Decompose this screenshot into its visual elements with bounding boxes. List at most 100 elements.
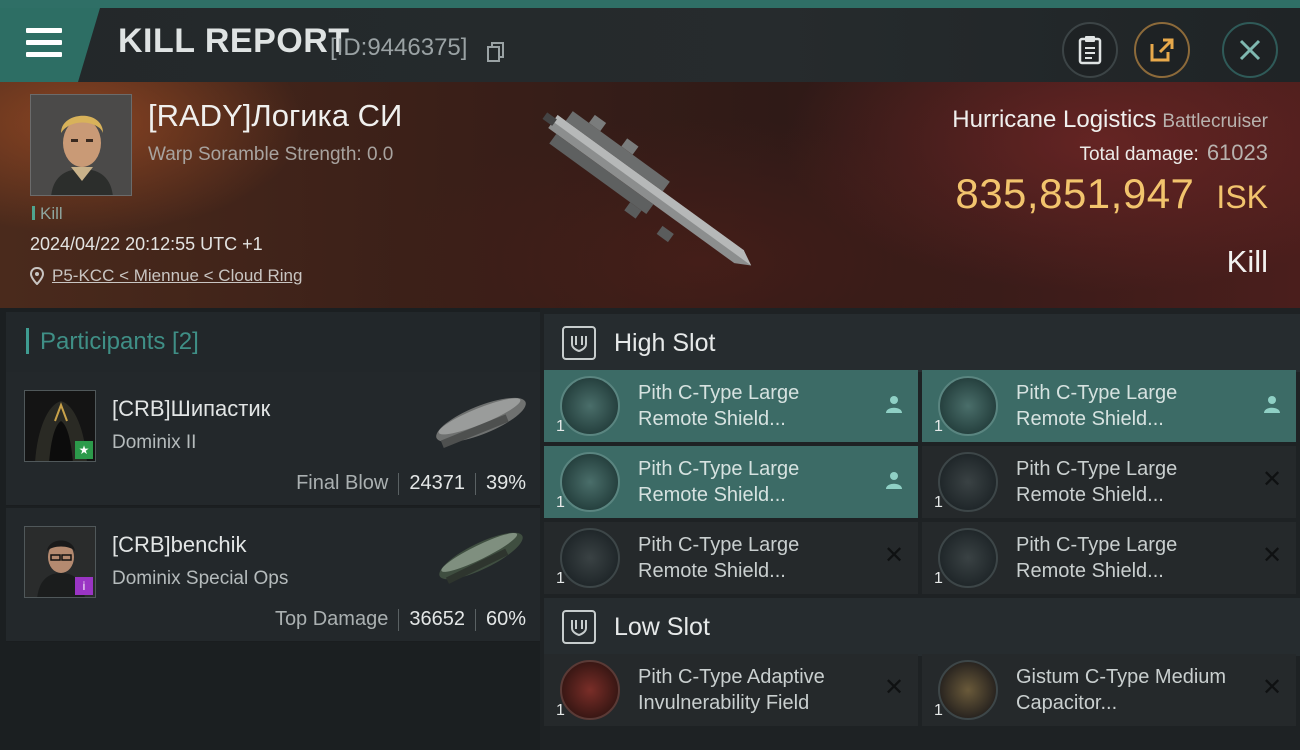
module-quantity: 1 [556,418,565,435]
participant-name: [CRB]Шипастик [112,396,271,421]
avatar[interactable]: i [24,526,96,598]
shield-module-icon [560,376,620,436]
total-damage-value: 61023 [1206,140,1268,165]
invulnerability-module-icon [560,660,620,720]
participant-name: [CRB]benchik [112,532,247,557]
participant-damage: 36652 [409,608,465,630]
copy-icon[interactable] [487,42,505,62]
module-item[interactable]: 1 Pith C-Type Large Remote Shield... [544,446,918,518]
top-bar: KILL REPORT [ID:9446375] [0,0,1300,82]
destroyed-x-icon: ✕ [1261,542,1283,569]
divider [474,472,476,495]
victim-banner: [RADY]Логика СИ Warp Soramble Strength: … [0,82,1300,308]
location-link[interactable]: P5-KCC < Miennue < Cloud Ring [30,266,302,286]
clipboard-icon [1078,36,1102,65]
close-button[interactable] [1222,22,1278,78]
shield-module-icon [560,452,620,512]
module-item[interactable]: 1 Pith C-Type Large Remote Shield... ✕ [922,446,1296,518]
victim-ship[interactable]: Hurricane Logistics Battlecruiser [952,106,1268,134]
participant-role: Top Damage [274,608,389,630]
star-icon: ★ [75,441,93,459]
module-name: Pith C-Type Large Remote Shield... [638,534,800,582]
shield-module-icon [938,376,998,436]
module-name: Pith C-Type Large Remote Shield... [1016,458,1178,506]
total-damage-label: Total damage: [1079,144,1199,165]
high-slot-header: High Slot [544,314,1300,372]
participant-row[interactable]: i [CRB]benchik Dominix Special Ops Top D… [6,508,540,642]
destroyed-x-icon: ✕ [883,542,905,569]
clipboard-button[interactable] [1062,22,1118,78]
module-item[interactable]: 1 Pith C-Type Large Remote Shield... [544,370,918,442]
participant-damage: 24371 [409,472,465,494]
module-item[interactable]: 1 Pith C-Type Adaptive Invulnerability F… [544,654,918,726]
module-item[interactable]: 1 Gistum C-Type Medium Capacitor... ✕ [922,654,1296,726]
module-name: Pith C-Type Large Remote Shield... [638,458,800,506]
close-icon [1239,39,1261,61]
divider [398,608,400,631]
person-icon [882,468,906,492]
participant-ship-image [439,532,523,584]
module-quantity: 1 [934,570,943,587]
location-label: P5-KCC < Miennue < Cloud Ring [52,266,303,285]
participant-percent: 39% [485,472,526,494]
participant-row[interactable]: ★ [CRB]Шипастик Dominix II Final Blow 24… [6,372,540,506]
shield-module-icon [938,528,998,588]
participant-stats: Final Blow 24371 39% [296,472,526,495]
low-slot-header: Low Slot [544,598,1300,656]
participants-title: Participants [2] [40,328,199,355]
low-slot-title: Low Slot [614,612,710,641]
module-item[interactable]: 1 Pith C-Type Large Remote Shield... ✕ [544,522,918,594]
menu-icon [26,28,62,33]
kill-id: [ID:9446375] [330,34,468,61]
module-name: Pith C-Type Adaptive Invulnerability Fie… [638,666,825,714]
module-quantity: 1 [934,702,943,719]
ship-name: Hurricane Logistics [952,106,1157,133]
module-item[interactable]: 1 Pith C-Type Large Remote Shield... [922,370,1296,442]
avatar[interactable]: ★ [24,390,96,462]
capacitor-module-icon [938,660,998,720]
module-item[interactable]: 1 Pith C-Type Large Remote Shield... ✕ [922,522,1296,594]
kill-tag: Kill [32,204,63,224]
share-icon [1150,38,1174,62]
module-name: Pith C-Type Large Remote Shield... [638,382,800,430]
menu-icon-bar [26,52,62,57]
participant-ship: Dominix Special Ops [112,568,289,589]
isk-value-row: 835,851,947 ISK [955,170,1268,218]
module-quantity: 1 [556,702,565,719]
module-quantity: 1 [934,494,943,511]
shield-module-icon [560,528,620,588]
participant-stats: Top Damage 36652 60% [275,608,526,631]
person-icon [1260,392,1284,416]
participants-accent [26,328,29,354]
menu-icon-bar [26,40,62,45]
divider [398,472,400,495]
total-damage: Total damage: 61023 [1079,140,1268,166]
participants-panel: Participants [2] ★ [CRB]Шипастик Dominix… [0,308,540,750]
module-quantity: 1 [556,570,565,587]
high-slot-icon [562,326,596,360]
module-quantity: 1 [934,418,943,435]
victim-avatar[interactable] [30,94,132,196]
low-slot-icon [562,610,596,644]
participant-role: Final Blow [296,472,389,494]
page-title: KILL REPORT [118,22,350,60]
destroyed-x-icon: ✕ [1261,466,1283,493]
participant-percent: 60% [485,608,526,630]
victim-name[interactable]: [RADY]Логика СИ [148,98,402,134]
destroyed-x-icon: ✕ [883,674,905,701]
menu-button[interactable] [0,8,100,82]
module-name: Gistum C-Type Medium Capacitor... [1016,666,1227,714]
divider [474,608,476,631]
person-icon [882,392,906,416]
destroyed-x-icon: ✕ [1261,674,1283,701]
participant-ship: Dominix II [112,432,197,453]
module-name: Pith C-Type Large Remote Shield... [1016,534,1178,582]
module-name: Pith C-Type Large Remote Shield... [1016,382,1178,430]
share-button[interactable] [1134,22,1190,78]
shield-module-icon [938,452,998,512]
isk-unit: ISK [1216,179,1268,215]
participants-header: Participants [2] [6,312,540,372]
location-pin-icon [30,267,44,285]
kill-datetime: 2024/04/22 20:12:55 UTC +1 [30,234,263,254]
ship-class: Battlecruiser [1162,111,1268,132]
